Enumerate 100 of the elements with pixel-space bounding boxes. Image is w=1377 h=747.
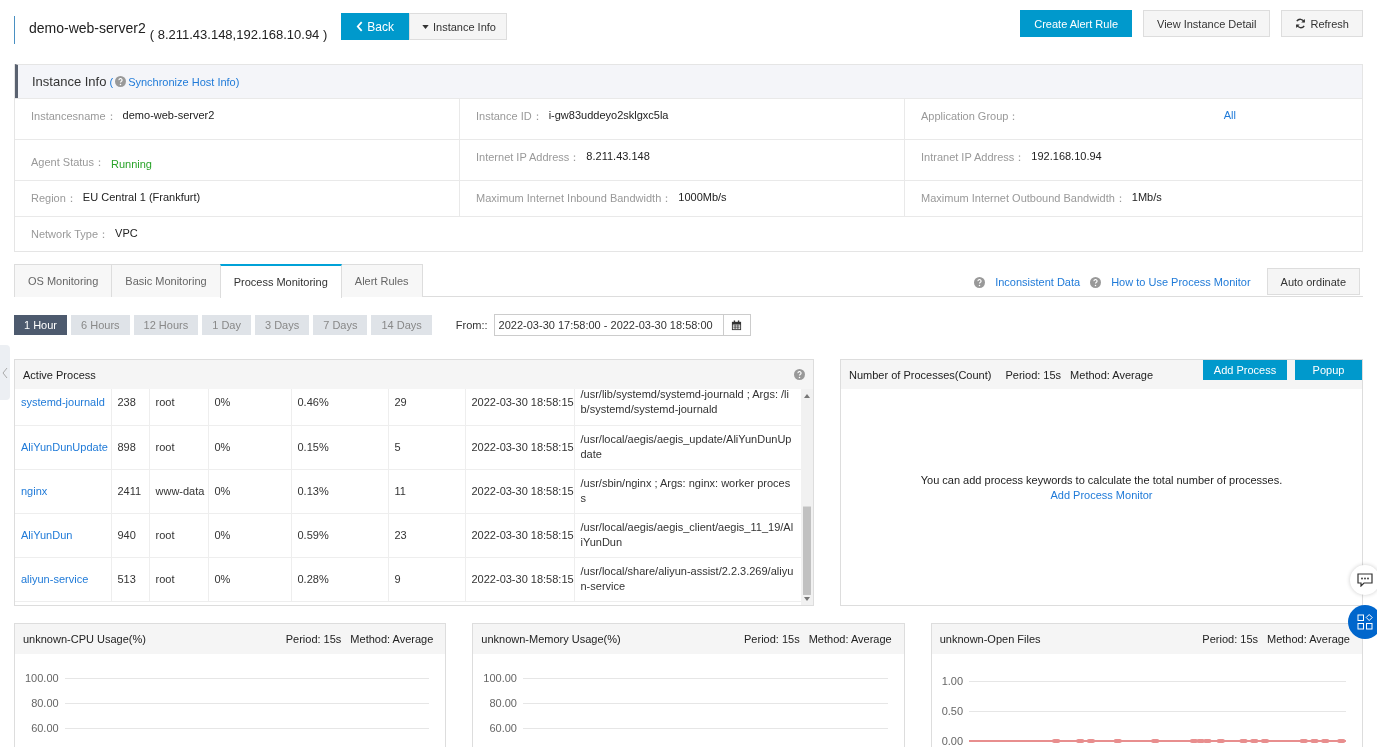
time-range-button[interactable]: 6 Hours — [71, 315, 130, 335]
tab[interactable]: Alert Rules — [340, 264, 423, 297]
table-cell: 0% — [208, 557, 291, 601]
period-label: Period: 15s — [1005, 368, 1062, 381]
refresh-icon — [1295, 18, 1307, 29]
chart-title: unknown-CPU Usage(%) — [23, 633, 146, 645]
table-cell: root — [149, 557, 208, 601]
field-label: Agent Status： — [31, 155, 105, 170]
process-name-link[interactable]: AliYunDunUpdate — [15, 425, 111, 469]
table-cell: 2022-03-30 18:58:15 — [465, 425, 574, 469]
panel-title: Number of Processes(Count) — [849, 368, 992, 381]
application-group-link[interactable]: All — [1223, 109, 1236, 121]
back-button[interactable]: Back — [341, 13, 409, 40]
help-link[interactable]: How to Use Process Monitor — [1111, 276, 1251, 288]
axis-label: 80.00 — [488, 696, 517, 711]
tab[interactable]: Process Monitoring — [219, 264, 342, 298]
instance-info-dropdown[interactable]: Instance Info — [409, 13, 507, 40]
help-link[interactable]: Inconsistent Data — [995, 276, 1081, 288]
table-cell: root — [149, 425, 208, 469]
field-label: Network Type： — [31, 227, 110, 242]
process-name-link[interactable]: nginx — [15, 469, 111, 513]
axis-label: 60.00 — [488, 721, 517, 736]
auto-ordinate-button[interactable]: Auto ordinate — [1266, 268, 1360, 295]
chart-title: unknown-Memory Usage(%) — [481, 633, 621, 645]
table-cell: 9 — [388, 557, 465, 601]
method-label: Method: Average — [1070, 368, 1154, 381]
time-range-button[interactable]: 7 Days — [313, 315, 368, 335]
add-process-monitor-link[interactable]: Add Process Monitor — [1050, 488, 1153, 501]
table-cell: 0% — [208, 469, 291, 513]
axis-label: 0.00 — [941, 734, 964, 747]
calendar-icon — [731, 319, 743, 331]
table-cell: 11 — [388, 469, 465, 513]
collapse-handle[interactable] — [0, 345, 10, 400]
field-value: EU Central 1 (Frankfurt) — [82, 191, 201, 203]
time-range-button[interactable]: 3 Days — [254, 315, 310, 335]
view-detail-button[interactable]: View Instance Detail — [1143, 10, 1271, 37]
table-cell: 0.59% — [291, 513, 388, 557]
field-label: Instancesname： — [31, 109, 117, 124]
popup-button[interactable]: Popup — [1295, 360, 1362, 380]
method-label: Method: Average — [1267, 633, 1350, 645]
chat-button[interactable] — [1350, 565, 1377, 595]
table-cell: 23 — [388, 513, 465, 557]
field-label: Intranet IP Address： — [921, 150, 1026, 165]
axis-label: 100.00 — [483, 671, 517, 686]
table-cell: 0.13% — [291, 469, 388, 513]
time-range-button[interactable]: 12 Hours — [133, 315, 199, 335]
axis-label: 80.00 — [30, 696, 59, 711]
tab[interactable]: Basic Monitoring — [111, 264, 221, 297]
table-cell: 0% — [208, 425, 291, 469]
date-range-field[interactable]: 2022-03-30 17:58:00 - 2022-03-30 18:58:00 — [493, 314, 751, 336]
instance-ips: ( 8.211.43.148,192.168.10.94 ) — [149, 27, 328, 42]
time-range-button[interactable]: 1 Hour — [14, 315, 68, 335]
help-icon — [794, 369, 805, 380]
field-value: 1Mb/s — [1131, 191, 1162, 203]
table-cell: 2022-03-30 18:58:15 — [465, 469, 574, 513]
chart-title: unknown-Open Files — [939, 633, 1041, 645]
table-cell: 0.28% — [291, 557, 388, 601]
table-cell: 0% — [208, 389, 291, 425]
field-label: Maximum Internet Outbound Bandwidth： — [921, 191, 1126, 206]
period-label: Period: 15s — [285, 633, 342, 645]
process-name-link[interactable]: AliYunDun — [15, 513, 111, 557]
create-alert-rule-button[interactable]: Create Alert Rule — [1020, 10, 1132, 37]
refresh-button[interactable]: Refresh — [1281, 10, 1363, 37]
tab[interactable]: OS Monitoring — [14, 264, 113, 297]
field-label: Instance ID： — [476, 109, 543, 124]
field-label: Maximum Internet Inbound Bandwidth： — [476, 191, 673, 206]
chat-icon — [1357, 573, 1373, 587]
field-label: Internet IP Address： — [476, 150, 581, 165]
field-value: i-gw83uddeyo2sklgxc5la — [548, 109, 669, 121]
axis-label: 100.00 — [25, 671, 59, 686]
table-cell: 5 — [388, 425, 465, 469]
table-cell: 940 — [111, 513, 149, 557]
caret-icon — [422, 24, 429, 29]
field-value: VPC — [115, 227, 138, 239]
panel-title: Instance Info — [32, 74, 107, 89]
synchronize-host-info-link[interactable]: ( Synchronize Host Info) — [109, 75, 240, 88]
chevron-left-icon — [2, 366, 8, 379]
table-cell: 0.15% — [291, 425, 388, 469]
table-cell: 2411 — [111, 469, 149, 513]
time-range-button[interactable]: 14 Days — [371, 315, 432, 335]
field-value: 1000Mb/s — [678, 191, 727, 203]
date-range-label: From:: — [455, 319, 488, 331]
process-name-link[interactable]: systemd-journald — [15, 389, 111, 425]
table-cell: 238 — [111, 389, 149, 425]
table-cell: www-data — [149, 469, 208, 513]
field-value: 8.211.43.148 — [586, 150, 650, 162]
time-range-button[interactable]: 1 Day — [202, 315, 251, 335]
field-label: Application Group： — [921, 109, 1020, 124]
axis-label: 60.00 — [30, 721, 59, 736]
empty-message: You can add process keywords to calculate the total number of processes. — [920, 473, 1283, 486]
apps-button[interactable] — [1348, 605, 1377, 639]
apps-icon — [1357, 614, 1373, 630]
process-name-link[interactable]: aliyun-service — [15, 557, 111, 601]
table-cell: 2022-03-30 18:58:15 — [465, 513, 574, 557]
help-icon — [974, 276, 986, 288]
table-cell: root — [149, 389, 208, 425]
add-process-button[interactable]: Add Process — [1203, 360, 1287, 380]
table-cell: 0.46% — [291, 389, 388, 425]
table-cell: 898 — [111, 425, 149, 469]
period-label: Period: 15s — [744, 633, 800, 645]
